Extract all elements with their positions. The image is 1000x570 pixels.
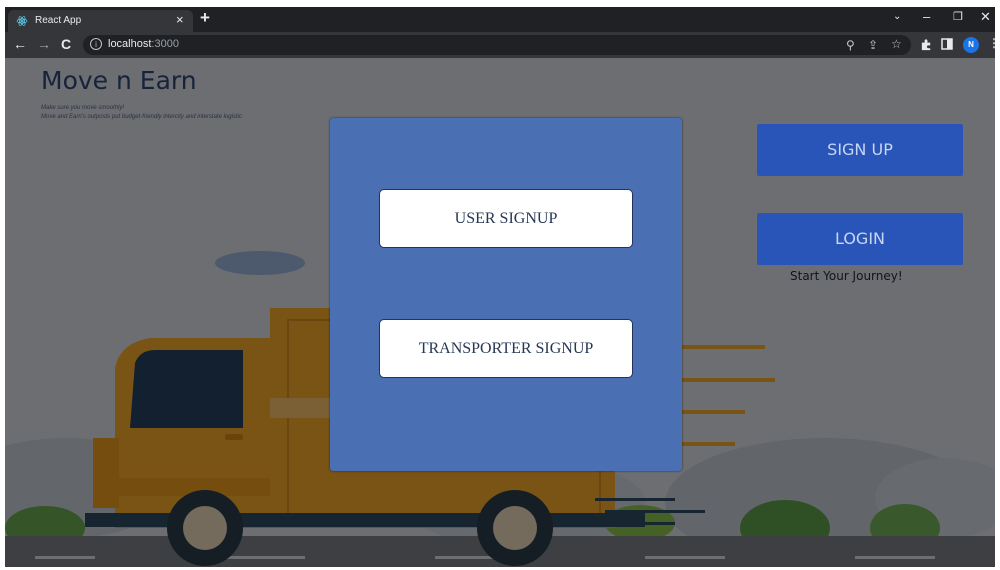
back-arrow-icon[interactable]: ←: [13, 36, 27, 52]
user-signup-button[interactable]: USER SIGNUP: [379, 189, 633, 248]
url-host: localhost: [108, 38, 152, 50]
browser-tabstrip: React App × + ⌄ – ❐ ✕: [5, 7, 995, 32]
tab-search-icon[interactable]: ⌄: [893, 11, 901, 22]
close-window-icon[interactable]: ✕: [980, 9, 991, 25]
forward-arrow-icon[interactable]: →: [37, 36, 51, 52]
site-description: Move and Earn's outposts put budget-frie…: [41, 114, 242, 120]
signup-button[interactable]: SIGN UP: [757, 124, 963, 176]
screenshot-frame: React App × + ⌄ – ❐ ✕ ← → C i localhost:…: [5, 7, 995, 567]
page-viewport: Move n Earn Make sure you move smoothly!…: [5, 58, 995, 567]
login-button[interactable]: LOGIN: [757, 213, 963, 265]
url-text: localhost:3000: [108, 38, 179, 50]
tab-title: React App: [35, 15, 82, 26]
new-tab-icon[interactable]: +: [200, 8, 210, 28]
reload-icon[interactable]: C: [61, 36, 71, 52]
journey-text: Start Your Journey!: [790, 269, 903, 283]
url-port: :3000: [151, 38, 179, 50]
bookmark-star-icon[interactable]: ☆: [891, 37, 902, 51]
site-tagline: Make sure you move smoothly!: [41, 105, 125, 111]
restore-icon[interactable]: ❐: [953, 10, 963, 23]
tab-close-icon[interactable]: ×: [176, 12, 184, 27]
minimize-icon[interactable]: –: [923, 9, 930, 24]
address-bar[interactable]: i localhost:3000 ⚲ ⇪ ☆: [83, 35, 911, 55]
signup-modal: USER SIGNUP TRANSPORTER SIGNUP: [330, 118, 682, 471]
share-icon[interactable]: ⇪: [868, 38, 878, 52]
profile-avatar[interactable]: N: [963, 37, 979, 53]
site-title: Move n Earn: [41, 66, 197, 95]
info-icon[interactable]: i: [90, 38, 102, 50]
extensions-icon[interactable]: [920, 38, 933, 51]
transporter-signup-button[interactable]: TRANSPORTER SIGNUP: [379, 319, 633, 378]
side-panel-icon[interactable]: [941, 38, 953, 50]
browser-tab[interactable]: React App ×: [8, 10, 193, 32]
browser-toolbar: ← → C i localhost:3000 ⚲ ⇪ ☆ N ⋮: [5, 32, 995, 58]
menu-dots-icon[interactable]: ⋮: [988, 36, 995, 50]
zoom-icon[interactable]: ⚲: [846, 38, 855, 52]
react-logo-icon: [16, 16, 28, 26]
